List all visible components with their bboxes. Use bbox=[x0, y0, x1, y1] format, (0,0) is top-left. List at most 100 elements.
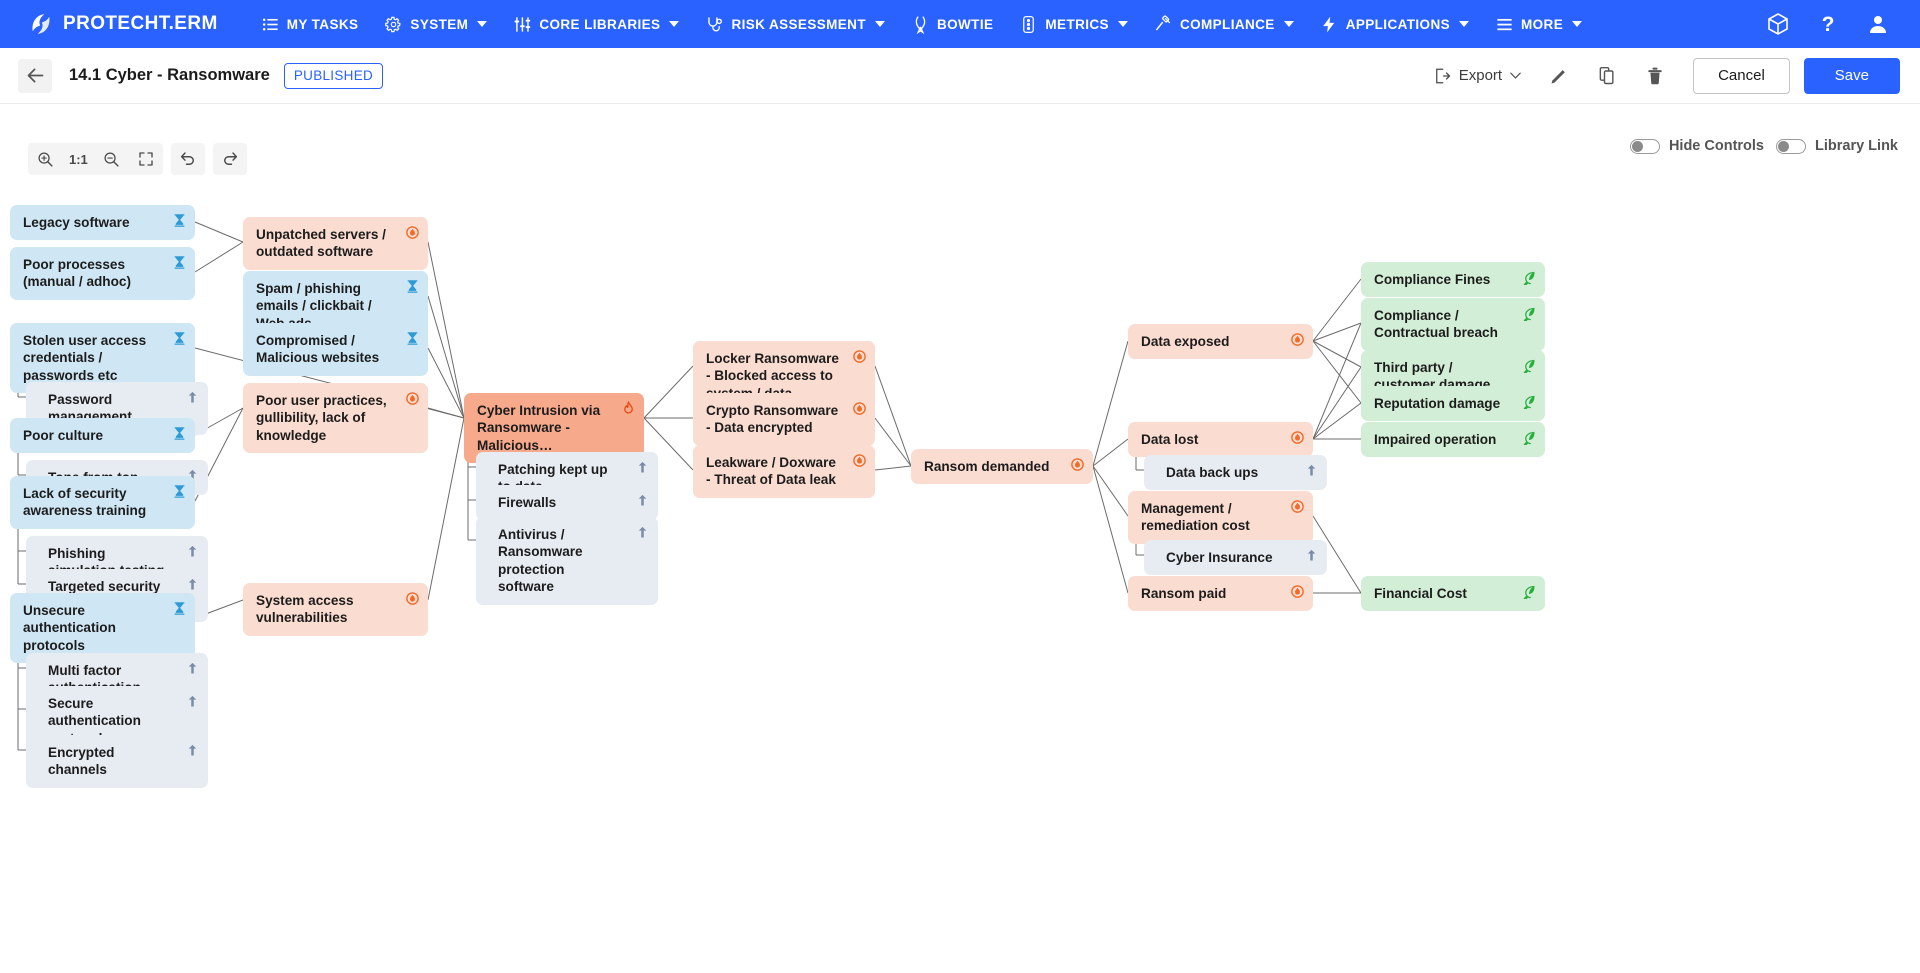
control-icon bbox=[185, 544, 200, 559]
bowtie-node-threat[interactable]: Poor user practices, gullibility, lack o… bbox=[243, 383, 428, 453]
impact-icon bbox=[1522, 358, 1537, 373]
undo-button[interactable] bbox=[171, 143, 205, 175]
nav-item-core-libraries[interactable]: CORE LIBRARIES bbox=[500, 0, 692, 48]
bowtie-node-cause[interactable]: Compromised / Malicious websites bbox=[243, 323, 428, 376]
nav-right-icons: ? bbox=[1766, 12, 1904, 36]
gavel-icon bbox=[1154, 15, 1173, 34]
control-icon bbox=[185, 694, 200, 709]
user-avatar-icon[interactable] bbox=[1866, 12, 1890, 36]
nav-item-bowtie[interactable]: BOWTIE bbox=[898, 0, 1006, 48]
copy-button[interactable] bbox=[1587, 57, 1627, 95]
bowtie-node-impact[interactable]: Compliance / Contractual breach bbox=[1361, 298, 1545, 351]
bowtie-node-threat[interactable]: Ransom paid bbox=[1128, 576, 1313, 611]
cancel-button[interactable]: Cancel bbox=[1693, 58, 1790, 94]
connector-line bbox=[1313, 341, 1361, 403]
bowtie-node-threat[interactable]: Data exposed bbox=[1128, 324, 1313, 359]
node-label: Compliance / Contractual breach bbox=[1374, 307, 1511, 342]
page-title: 14.1 Cyber - Ransomware bbox=[69, 66, 270, 85]
impact-icon bbox=[1522, 394, 1537, 409]
threat-icon bbox=[852, 401, 867, 416]
redo-button[interactable] bbox=[213, 143, 247, 175]
bowtie-node-cause[interactable]: Poor culture bbox=[10, 418, 195, 453]
export-button[interactable]: Export bbox=[1423, 59, 1531, 93]
nav-item-metrics[interactable]: METRICS bbox=[1006, 0, 1141, 48]
nav-label: METRICS bbox=[1045, 17, 1109, 32]
cause-icon bbox=[172, 213, 187, 228]
delete-button[interactable] bbox=[1635, 57, 1675, 95]
hide-controls-switch[interactable] bbox=[1630, 139, 1660, 154]
help-icon[interactable]: ? bbox=[1816, 12, 1840, 36]
toggle-library-link[interactable]: Library Link bbox=[1776, 138, 1898, 154]
bowtie-node-cause[interactable]: Poor processes (manual / adhoc) bbox=[10, 247, 195, 300]
bowtie-node-cause[interactable]: Legacy software bbox=[10, 205, 195, 240]
node-label: Antivirus / Ransomware protection softwa… bbox=[498, 526, 624, 596]
zoom-out-button[interactable] bbox=[95, 143, 129, 175]
node-label: Financial Cost bbox=[1374, 585, 1467, 602]
brand-logo-group[interactable]: PROTECHT.ERM bbox=[16, 11, 218, 37]
node-label: Poor processes (manual / adhoc) bbox=[23, 256, 161, 291]
connector-line bbox=[428, 418, 464, 600]
node-label: Poor culture bbox=[23, 427, 103, 444]
back-button[interactable] bbox=[18, 59, 52, 93]
threat-icon bbox=[405, 391, 420, 406]
connector-line bbox=[875, 366, 911, 466]
bowtie-node-control[interactable]: Data back ups bbox=[1144, 455, 1327, 490]
control-icon bbox=[635, 525, 650, 540]
bowtie-node-control[interactable]: Firewalls bbox=[476, 485, 658, 520]
bowtie-node-threat[interactable]: Crypto Ransomware - Data encrypted bbox=[693, 393, 875, 446]
threat-icon bbox=[1290, 332, 1305, 347]
bowtie-node-threat[interactable]: Unpatched servers / outdated software bbox=[243, 217, 428, 270]
zoom-in-button[interactable] bbox=[28, 143, 62, 175]
connector-line bbox=[1313, 367, 1361, 439]
bowtie-node-threat[interactable]: Ransom demanded bbox=[911, 449, 1093, 484]
bowtie-node-threat[interactable]: Management / remediation cost bbox=[1128, 491, 1313, 544]
history-controls-group bbox=[171, 143, 205, 175]
bowtie-node-impact[interactable]: Impaired operation bbox=[1361, 422, 1545, 457]
bowtie-node-threat[interactable]: Leakware / Doxware - Threat of Data leak bbox=[693, 445, 875, 498]
nav-item-my-tasks[interactable]: MY TASKS bbox=[248, 0, 372, 48]
node-label: Ransom paid bbox=[1141, 585, 1226, 602]
bolt-icon bbox=[1320, 15, 1339, 34]
control-icon bbox=[185, 577, 200, 592]
toggle-hide-controls[interactable]: Hide Controls bbox=[1630, 138, 1764, 154]
chevron-down-icon bbox=[477, 21, 487, 27]
back-arrow-icon bbox=[25, 65, 46, 86]
nav-item-compliance[interactable]: COMPLIANCE bbox=[1141, 0, 1307, 48]
bowtie-node-control[interactable]: Antivirus / Ransomware protection softwa… bbox=[476, 517, 658, 605]
chevron-down-icon bbox=[669, 21, 679, 27]
bowtie-node-control[interactable]: Encrypted channels bbox=[26, 735, 208, 788]
nav-item-risk-assessment[interactable]: RISK ASSESSMENT bbox=[692, 0, 898, 48]
impact-icon bbox=[1522, 394, 1537, 409]
node-label: Crypto Ransomware - Data encrypted bbox=[706, 402, 841, 437]
bowtie-node-cause[interactable]: Lack of security awareness training bbox=[10, 476, 195, 529]
control-icon bbox=[635, 493, 650, 508]
node-label: Data lost bbox=[1141, 431, 1198, 448]
library-link-switch[interactable] bbox=[1776, 139, 1806, 154]
bowtie-node-threat[interactable]: System access vulnerabilities bbox=[243, 583, 428, 636]
bowtie-canvas[interactable]: Legacy software Poor processes (manual / … bbox=[0, 185, 1920, 973]
threat-icon bbox=[852, 349, 867, 364]
bowtie-node-impact[interactable]: Financial Cost bbox=[1361, 576, 1545, 611]
bowtie-node-impact[interactable]: Compliance Fines bbox=[1361, 262, 1545, 297]
edit-button[interactable] bbox=[1539, 57, 1579, 95]
event-icon bbox=[621, 401, 636, 416]
nav-item-system[interactable]: SYSTEM bbox=[371, 0, 500, 48]
threat-icon bbox=[405, 225, 420, 240]
nav-item-more[interactable]: MORE bbox=[1482, 0, 1595, 48]
node-label: Lack of security awareness training bbox=[23, 485, 161, 520]
cube-icon[interactable] bbox=[1766, 12, 1790, 36]
zoom-out-icon bbox=[103, 151, 120, 168]
bowtie-node-control[interactable]: Cyber Insurance bbox=[1144, 540, 1327, 575]
threat-icon bbox=[1290, 499, 1305, 514]
export-label: Export bbox=[1459, 67, 1502, 84]
bowtie-node-impact[interactable]: Reputation damage bbox=[1361, 386, 1545, 421]
nav-label: CORE LIBRARIES bbox=[539, 17, 660, 32]
threat-icon bbox=[852, 401, 867, 416]
save-button[interactable]: Save bbox=[1804, 58, 1900, 94]
zoom-ratio-button[interactable]: 1:1 bbox=[62, 152, 95, 167]
nav-item-applications[interactable]: APPLICATIONS bbox=[1307, 0, 1482, 48]
fullscreen-button[interactable] bbox=[129, 143, 163, 175]
bowtie-node-threat[interactable]: Data lost bbox=[1128, 422, 1313, 457]
zoom-controls-group: 1:1 bbox=[28, 143, 163, 175]
threat-icon bbox=[1290, 584, 1305, 599]
